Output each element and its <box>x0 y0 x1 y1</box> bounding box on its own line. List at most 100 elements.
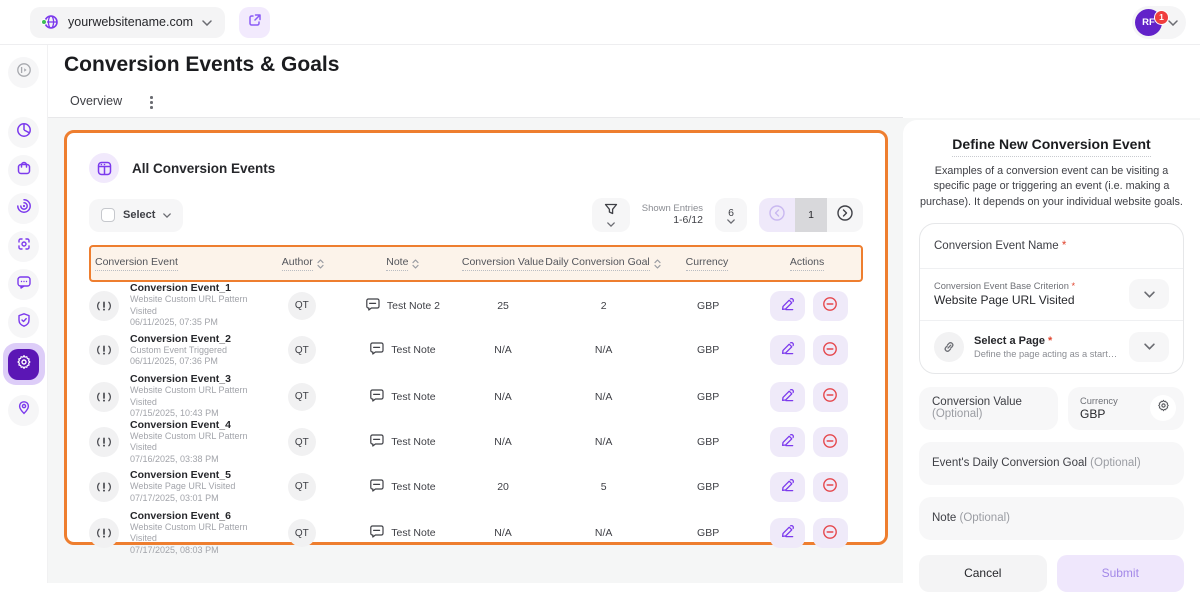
conversion-event-icon <box>89 291 119 321</box>
currency-selector[interactable]: Currency GBP <box>1068 387 1184 430</box>
column-header-actions: Actions <box>753 256 861 271</box>
conversion-value: 20 <box>460 481 545 493</box>
user-menu[interactable]: RF 1 <box>1132 6 1186 39</box>
select-page-field[interactable]: Select a Page * Define the page acting a… <box>920 320 1183 373</box>
minus-circle-icon <box>822 341 838 360</box>
website-selector[interactable]: yourwebsitename.com <box>30 7 225 38</box>
event-name-field[interactable]: Conversion Event Name * <box>920 224 1183 268</box>
edit-button[interactable] <box>770 427 805 457</box>
sidebar-item-tracking[interactable] <box>8 231 39 262</box>
currency-settings-button[interactable] <box>1150 395 1176 421</box>
open-website-button[interactable] <box>239 7 270 38</box>
edit-pencil-icon <box>780 524 795 542</box>
edit-button[interactable] <box>770 472 805 502</box>
table-row[interactable]: Conversion Event_5 Website Page URL Visi… <box>89 464 863 510</box>
remove-button[interactable] <box>813 382 848 412</box>
note-icon <box>369 341 384 359</box>
edit-button[interactable] <box>770 291 805 321</box>
page-size-value: 6 <box>728 207 734 219</box>
remove-button[interactable] <box>813 472 848 502</box>
next-page-button[interactable] <box>827 198 863 232</box>
event-name-placeholder: Conversion Event Name <box>934 240 1059 252</box>
optional-text: (Optional) <box>1087 457 1141 469</box>
daily-goal-label: Event's Daily Conversion Goal <box>932 457 1087 469</box>
remove-button[interactable] <box>813 291 848 321</box>
tab-overview[interactable]: Overview <box>64 94 128 119</box>
sidebar-item-feedback[interactable] <box>8 269 39 300</box>
pagination: 1 <box>759 198 863 232</box>
base-criterion-field[interactable]: Conversion Event Base Criterion * Websit… <box>920 268 1183 320</box>
note-icon <box>369 524 384 542</box>
table-row[interactable]: Conversion Event_4 Website Custom URL Pa… <box>89 419 863 465</box>
minus-circle-icon <box>822 387 838 406</box>
currency-label: Currency <box>1080 396 1118 406</box>
conversion-value-input[interactable]: Conversion Value (Optional) <box>919 387 1058 430</box>
currency: GBP <box>662 344 755 356</box>
criterion-value: Website Page URL Visited <box>934 293 1075 307</box>
select-page-dropdown-button[interactable] <box>1129 332 1169 362</box>
submit-button[interactable]: Submit <box>1057 555 1185 592</box>
gear-icon <box>1157 399 1170 417</box>
sidebar-item-settings[interactable] <box>3 343 45 385</box>
sidebar-item-sessions[interactable] <box>8 193 39 224</box>
select-dropdown[interactable]: Select <box>89 199 183 232</box>
edit-button[interactable] <box>770 518 805 548</box>
minus-circle-icon <box>822 433 838 452</box>
cancel-button[interactable]: Cancel <box>919 555 1047 592</box>
author-chip: QT <box>288 473 316 501</box>
remove-button[interactable] <box>813 518 848 548</box>
website-name: yourwebsitename.com <box>68 15 193 29</box>
sidebar-item-privacy[interactable] <box>8 307 39 338</box>
edit-pencil-icon <box>780 388 795 406</box>
prev-page-button[interactable] <box>759 198 795 232</box>
remove-button[interactable] <box>813 427 848 457</box>
current-page[interactable]: 1 <box>795 198 827 232</box>
column-header-note[interactable]: Note <box>345 256 461 271</box>
settings-gear-icon <box>16 354 32 375</box>
note-icon <box>369 433 384 451</box>
select-checkbox[interactable] <box>101 208 115 222</box>
topbar: yourwebsitename.com RF 1 <box>0 0 1200 45</box>
daily-goal-input[interactable]: Event's Daily Conversion Goal (Optional) <box>919 442 1184 485</box>
edit-button[interactable] <box>770 335 805 365</box>
author-chip: QT <box>288 519 316 547</box>
shown-entries-value: 1-6/12 <box>642 214 703 227</box>
minus-circle-icon <box>822 296 838 315</box>
required-asterisk: * <box>1048 335 1052 347</box>
table-row[interactable]: Conversion Event_2 Custom Event Triggere… <box>89 328 863 374</box>
optional-text: (Optional) <box>932 408 983 420</box>
event-name: Conversion Event_4 <box>130 419 259 431</box>
note-input[interactable]: Note (Optional) <box>919 497 1184 540</box>
currency-value: GBP <box>1080 407 1118 421</box>
table-title: All Conversion Events <box>132 161 275 176</box>
edit-pencil-icon <box>780 478 795 496</box>
conversion-value-label: Conversion Value <box>932 396 1022 408</box>
sidebar-toggle-button[interactable] <box>8 57 39 88</box>
column-header-author[interactable]: Author <box>260 256 345 271</box>
sidebar-item-ecommerce[interactable] <box>8 155 39 186</box>
tab-options-kebab-icon[interactable] <box>150 96 153 117</box>
remove-button[interactable] <box>813 335 848 365</box>
table-row[interactable]: Conversion Event_3 Website Custom URL Pa… <box>89 373 863 419</box>
sidebar-item-analytics[interactable] <box>8 117 39 148</box>
note-label: Note <box>932 512 956 524</box>
conversion-value: N/A <box>460 391 545 403</box>
arrow-left-circle-icon <box>768 204 786 227</box>
conversion-value: N/A <box>460 344 545 356</box>
author-chip: QT <box>288 383 316 411</box>
table-icon <box>89 153 119 183</box>
table-row[interactable]: Conversion Event_1 Website Custom URL Pa… <box>89 282 863 328</box>
table-row[interactable]: Conversion Event_6 Website Custom URL Pa… <box>89 510 863 556</box>
edit-button[interactable] <box>770 382 805 412</box>
currency: GBP <box>662 300 755 312</box>
page-size-dropdown[interactable]: 6 <box>715 198 747 232</box>
column-header-daily-conversion-goal[interactable]: Daily Conversion Goal <box>545 256 661 271</box>
sidebar-item-locations[interactable] <box>8 395 39 426</box>
radar-icon <box>16 198 32 219</box>
define-conversion-event-panel: Define New Conversion Event Examples of … <box>903 120 1200 583</box>
conversion-event-icon <box>89 382 119 412</box>
note-text: Test Note <box>391 527 435 539</box>
event-criterion: Website Custom URL Pattern Visited <box>130 522 259 545</box>
criterion-dropdown-button[interactable] <box>1129 279 1169 309</box>
filter-button[interactable] <box>592 198 630 232</box>
